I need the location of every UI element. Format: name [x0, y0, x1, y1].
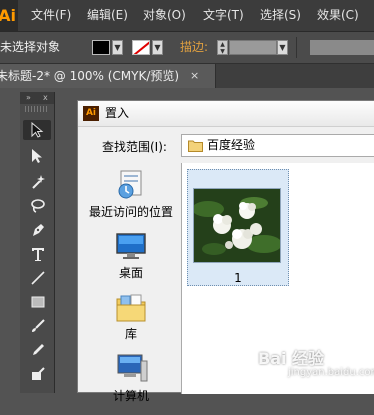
line-segment-tool-icon	[31, 271, 45, 285]
stroke-label: 描边:	[180, 40, 209, 54]
close-panel-icon[interactable]: x	[43, 92, 48, 104]
dialog-titlebar[interactable]: Ai 置入	[78, 101, 374, 127]
type-tool[interactable]	[23, 244, 51, 264]
menu-effect[interactable]: 效果(C)	[317, 0, 359, 31]
watermark-url: jingyan.baidu.com	[288, 367, 374, 378]
pen-tool[interactable]	[23, 220, 51, 240]
file-name: 1	[234, 271, 242, 285]
magic-wand-tool[interactable]	[23, 172, 51, 192]
blob-brush-tool-icon	[32, 367, 45, 380]
menu-bar: Ai 文件(F) 编辑(E) 对象(O) 文字(T) 选择(S) 效果(C)	[0, 0, 374, 32]
white-flowers-thumbnail	[194, 189, 280, 262]
place-libraries-label: 库	[124, 327, 137, 341]
file-item[interactable]: 1	[187, 169, 289, 286]
stroke-none-icon	[133, 41, 149, 54]
variable-width-profile-field[interactable]	[310, 40, 374, 55]
menu-object[interactable]: 对象(O)	[143, 0, 186, 31]
rectangle-tool[interactable]	[23, 292, 51, 312]
place-libraries[interactable]: 库	[84, 293, 178, 355]
type-tool-icon	[32, 248, 44, 261]
fill-color-swatch[interactable]	[92, 40, 110, 55]
recent-places-icon	[118, 170, 142, 199]
rectangle-tool-icon	[31, 296, 45, 308]
stroke-dropdown-arrow-icon[interactable]: ▼	[152, 40, 163, 55]
direct-selection-tool-icon	[32, 149, 42, 163]
pencil-tool-icon	[33, 344, 44, 355]
document-tab[interactable]: 未标题-2* @ 100% (CMYK/预览) ×	[0, 64, 216, 88]
selection-tool[interactable]	[23, 120, 51, 140]
magic-wand-tool-icon	[32, 175, 45, 189]
selection-tool-icon	[31, 122, 44, 138]
close-tab-icon[interactable]: ×	[190, 64, 199, 88]
panel-grip[interactable]	[25, 106, 49, 112]
place-recent-label: 最近访问的位置	[88, 205, 173, 219]
collapse-panel-icon[interactable]: »	[26, 92, 31, 104]
tools-panel: » x	[20, 92, 55, 393]
place-desktop[interactable]: 桌面	[84, 232, 178, 294]
blob-brush-tool[interactable]	[23, 364, 51, 384]
stroke-weight-field[interactable]	[229, 40, 277, 55]
look-in-label: 查找范围(I):	[102, 140, 167, 154]
file-thumbnail	[193, 188, 281, 263]
place-desktop-label: 桌面	[118, 266, 143, 280]
menu-edit[interactable]: 编辑(E)	[87, 0, 128, 31]
menu-select[interactable]: 选择(S)	[260, 0, 301, 31]
desktop-icon	[116, 233, 146, 259]
fill-dropdown-arrow-icon[interactable]: ▼	[112, 40, 123, 55]
lasso-tool-icon	[31, 199, 45, 213]
dialog-title: 置入	[105, 106, 130, 120]
look-in-value: 百度经验	[207, 138, 256, 152]
control-divider	[296, 37, 297, 58]
stroke-weight-stepper[interactable]: ▲ ▼	[217, 40, 228, 55]
app-logo: Ai	[0, 0, 18, 31]
place-recent[interactable]: 最近访问的位置	[84, 169, 178, 231]
pen-tool-icon	[33, 224, 44, 236]
stroke-weight-dropdown-icon[interactable]: ▼	[277, 40, 288, 55]
place-computer-label: 计算机	[112, 389, 149, 403]
selection-status: 未选择对象	[0, 40, 61, 54]
libraries-icon	[116, 294, 146, 322]
tools-panel-header: » x	[20, 92, 54, 104]
menu-type[interactable]: 文字(T)	[203, 0, 244, 31]
folder-icon	[188, 140, 203, 152]
direct-selection-tool[interactable]	[23, 146, 51, 166]
lasso-tool[interactable]	[23, 196, 51, 216]
paintbrush-tool[interactable]	[23, 316, 51, 336]
paintbrush-tool-icon	[32, 319, 45, 332]
menu-file[interactable]: 文件(F)	[31, 0, 71, 31]
illustrator-app-icon: Ai	[83, 106, 99, 121]
computer-icon	[117, 354, 148, 382]
watermark-brand: Bai 经验	[258, 349, 325, 368]
look-in-dropdown[interactable]: 百度经验	[181, 134, 374, 157]
baidu-watermark: Bai 经验 jingyan.baidu.com	[258, 345, 374, 385]
document-tab-label: 未标题-2* @ 100% (CMYK/预览)	[0, 69, 180, 83]
pencil-tool[interactable]	[23, 340, 51, 360]
document-tab-bar: 未标题-2* @ 100% (CMYK/预览) ×	[0, 64, 374, 88]
place-computer[interactable]: 计算机	[84, 353, 178, 415]
stroke-none-swatch[interactable]	[132, 40, 150, 55]
line-segment-tool[interactable]	[23, 268, 51, 288]
control-bar: 未选择对象 ▼ ▼ 描边: ▲ ▼ ▼	[0, 32, 374, 64]
